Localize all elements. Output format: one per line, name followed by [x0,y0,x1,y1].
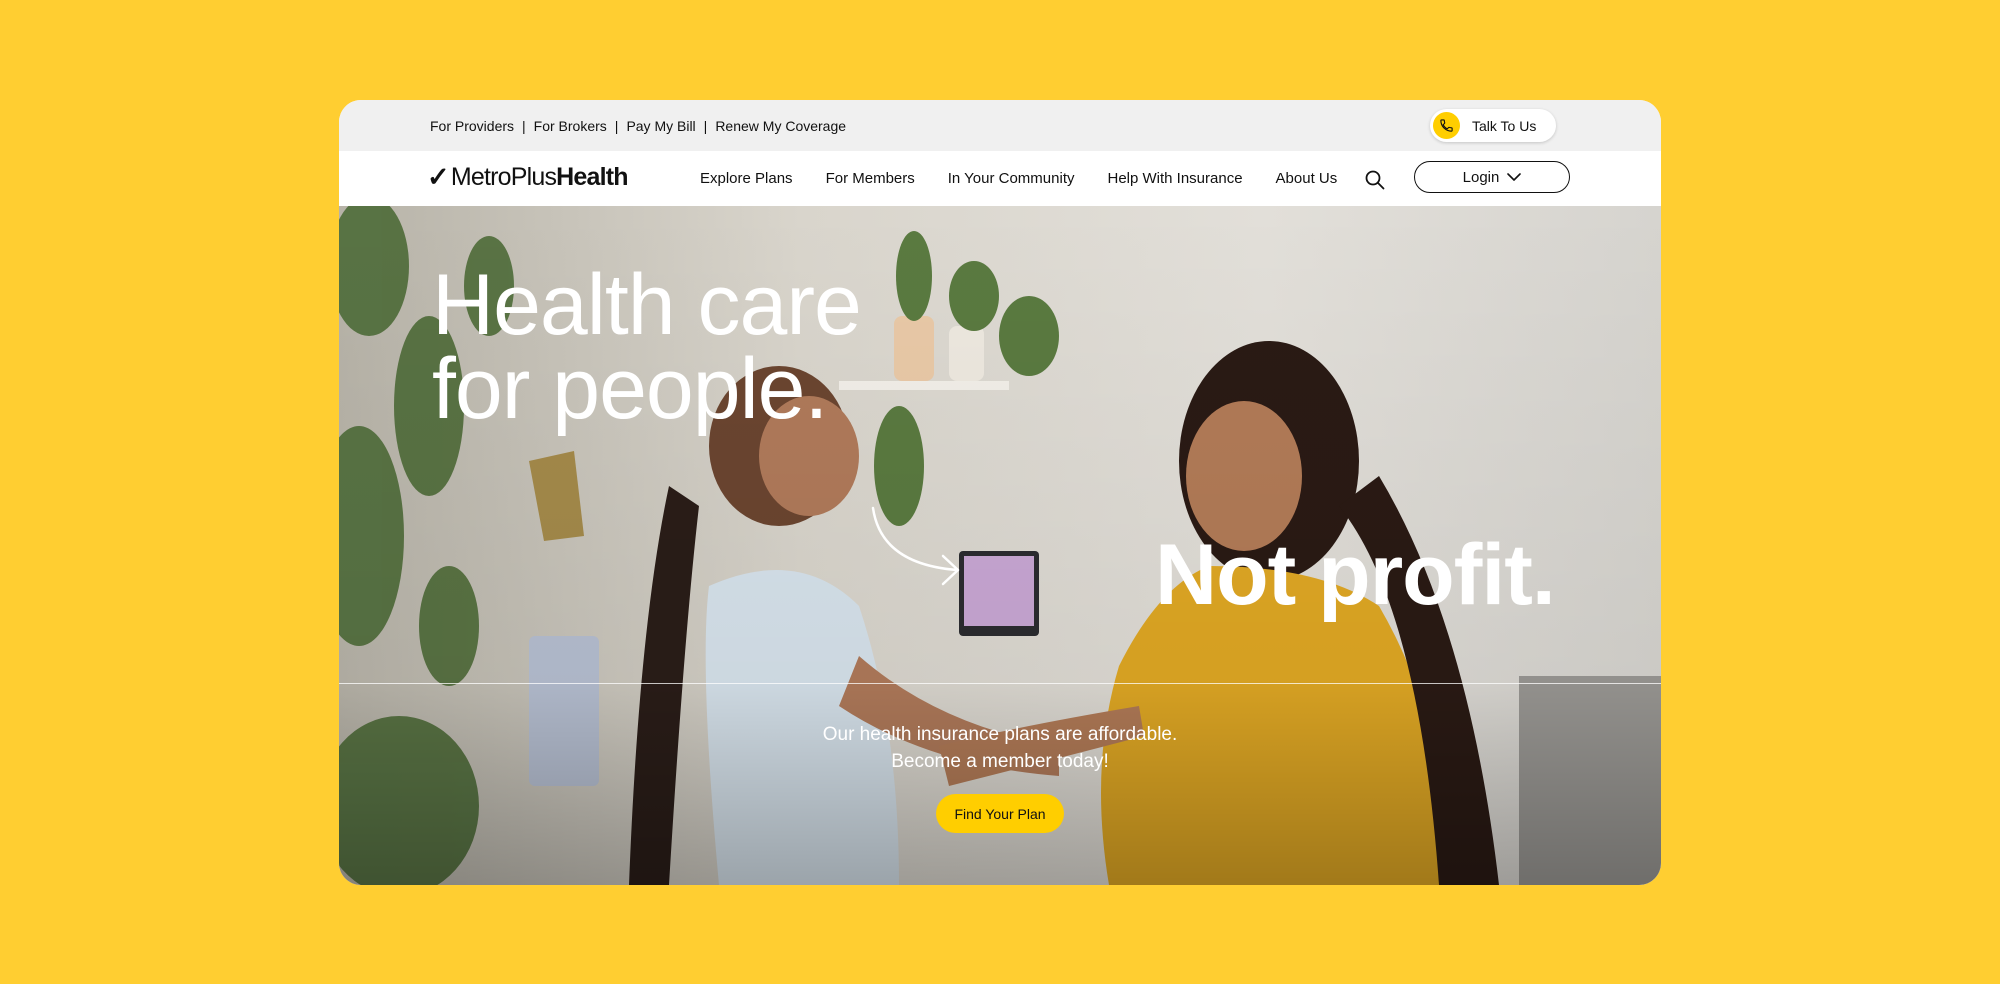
nav-item-in-your-community[interactable]: In Your Community [948,170,1075,187]
link-for-providers[interactable]: For Providers [430,118,514,134]
talk-to-us-label: Talk To Us [1472,117,1537,134]
brand-name-bold: Health [556,162,628,191]
link-for-brokers[interactable]: For Brokers [534,118,607,134]
hero-tagline: Our health insurance plans are affordabl… [339,721,1661,775]
headline-line-2: for people. [432,341,828,437]
checkmark-icon: ✓ [427,161,450,192]
find-your-plan-button[interactable]: Find Your Plan [936,794,1064,833]
link-renew-my-coverage[interactable]: Renew My Coverage [715,118,846,134]
hero-headline: Health care for people. [432,262,862,432]
browser-frame: For Providers | For Brokers | Pay My Bil… [339,100,1661,885]
chevron-down-icon [1507,172,1522,181]
nav-menu: Explore Plans For Members In Your Commun… [700,151,1370,206]
nav-item-explore-plans[interactable]: Explore Plans [700,170,793,187]
brand-name-regular: MetroPlus [450,162,557,191]
tagline-line-1: Our health insurance plans are affordabl… [822,724,1178,745]
login-label: Login [1462,168,1500,186]
utility-bar: For Providers | For Brokers | Pay My Bil… [339,100,1661,151]
link-pay-my-bill[interactable]: Pay My Bill [626,118,695,134]
main-navigation: ✓ MetroPlus Health Explore Plans For Memb… [339,151,1661,206]
hero-divider [339,683,1661,684]
separator: | [522,117,526,134]
nav-item-help-with-insurance[interactable]: Help With Insurance [1107,170,1242,187]
talk-to-us-button[interactable]: Talk To Us [1430,109,1556,142]
tagline-line-2: Become a member today! [891,751,1109,772]
nav-item-for-members[interactable]: For Members [826,170,915,187]
hero-section: Health care for people. Not profit. Our … [339,206,1661,885]
search-icon[interactable] [1364,169,1386,191]
login-button[interactable]: Login [1414,161,1570,193]
headline-line-1: Health care [432,257,862,353]
curved-arrow-icon [871,506,960,586]
separator: | [703,117,708,134]
separator: | [614,117,619,134]
phone-icon [1433,112,1460,139]
brand-logo[interactable]: ✓ MetroPlus Health [427,161,629,192]
hero-subhead: Not profit. [1155,527,1556,623]
nav-item-about-us[interactable]: About Us [1276,170,1338,187]
utility-links: For Providers | For Brokers | Pay My Bil… [430,100,846,151]
